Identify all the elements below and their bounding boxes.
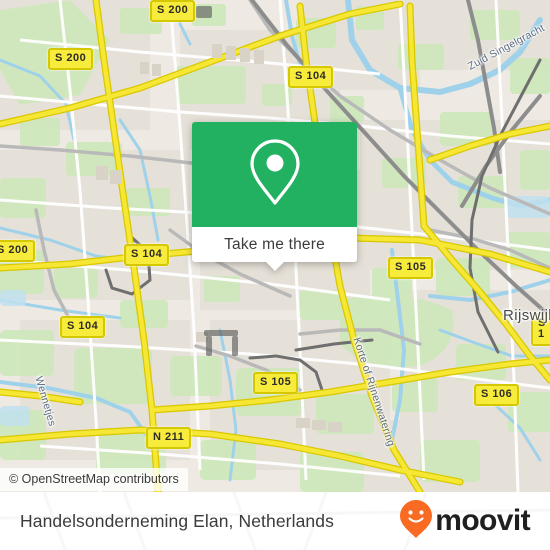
callout-tail	[264, 261, 285, 271]
road-shield[interactable]: S 106	[474, 384, 520, 406]
moovit-brand[interactable]: moovit	[399, 499, 531, 544]
location-pin-icon	[247, 136, 303, 213]
moovit-wordmark: moovit	[435, 504, 530, 537]
osm-attribution[interactable]: © OpenStreetMap contributors	[0, 468, 188, 491]
map-callout-card[interactable]: Take me there	[192, 122, 357, 271]
road-shield[interactable]: S 104	[60, 316, 106, 338]
road-shield[interactable]: S 105	[253, 372, 299, 394]
road-shield[interactable]: S 105	[388, 257, 434, 279]
place-title: Handelsonderneming Elan, Netherlands	[20, 510, 334, 531]
take-me-there-button[interactable]: Take me there	[192, 227, 357, 262]
road-shield[interactable]: S 1	[531, 313, 550, 346]
footer-bar: Handelsonderneming Elan, Netherlands moo…	[0, 492, 550, 550]
take-me-there-label: Take me there	[224, 235, 325, 253]
road-shield[interactable]: S 200	[150, 0, 196, 22]
map-page: S 200 S 200 S 104 S 200 S 104 S 105 S 10…	[0, 0, 550, 550]
road-shield[interactable]: N 211	[146, 427, 192, 449]
road-shield[interactable]: S 104	[288, 66, 334, 88]
callout-header	[192, 122, 357, 227]
road-shield[interactable]: S 200	[48, 48, 94, 70]
moovit-smiley-pin-icon	[399, 499, 433, 544]
road-shield[interactable]: S 104	[124, 244, 170, 266]
road-shield[interactable]: S 200	[0, 240, 36, 262]
